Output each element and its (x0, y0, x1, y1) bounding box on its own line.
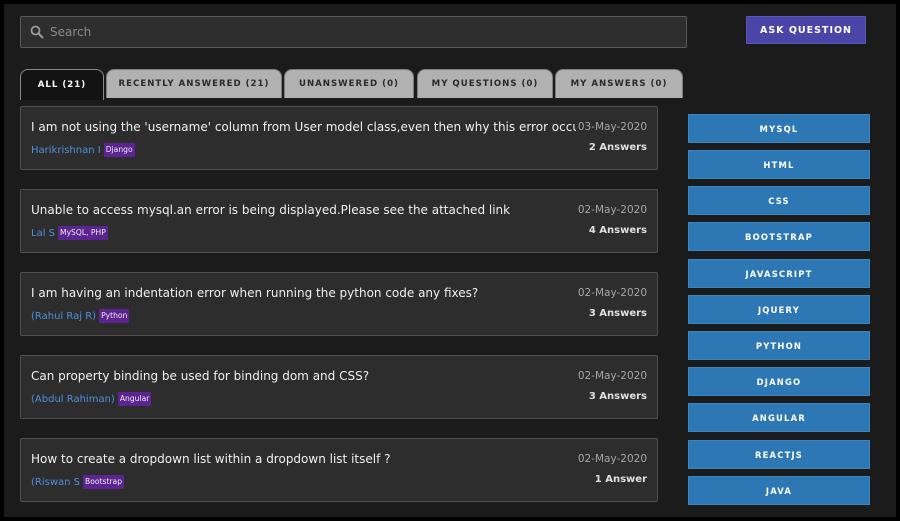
question-date: 03-May-2020 (577, 121, 647, 133)
question-author[interactable]: Harikrishnan I (31, 145, 101, 156)
tag-filter-mysql[interactable]: MYSQL (688, 114, 870, 143)
question-author[interactable]: (Riswan S (31, 477, 80, 488)
tag-filter-python[interactable]: PYTHON (688, 331, 870, 360)
tag-filter-javascript[interactable]: JAVASCRIPT (688, 259, 870, 288)
tag-filter-jquery[interactable]: JQUERY (688, 295, 870, 324)
tag-filter-angular[interactable]: ANGULAR (688, 403, 870, 432)
answer-count: 4 Answers (588, 225, 647, 236)
question-date: 02-May-2020 (577, 287, 647, 299)
question-date: 02-May-2020 (577, 204, 647, 216)
question-meta: (Abdul Rahiman) Angular (31, 392, 152, 406)
question-card[interactable]: I am having an indentation error when ru… (20, 272, 658, 336)
search-bar[interactable] (20, 16, 687, 48)
answer-count: 3 Answers (588, 391, 647, 402)
search-input[interactable] (49, 17, 670, 47)
question-card[interactable]: Can property binding be used for binding… (20, 355, 658, 419)
ask-question-button[interactable]: ASK QUESTION (746, 16, 866, 44)
question-author[interactable]: (Rahul Raj R) (31, 311, 96, 322)
question-title[interactable]: How to create a dropdown list within a d… (31, 452, 576, 466)
question-card[interactable]: I am not using the 'username' column fro… (20, 106, 658, 170)
tag-filter-css[interactable]: CSS (688, 186, 870, 215)
question-tag-badge[interactable]: Django (103, 143, 135, 157)
question-title[interactable]: I am not using the 'username' column fro… (31, 120, 576, 134)
tag-filter-django[interactable]: DJANGO (688, 367, 870, 396)
answer-count: 1 Answer (594, 474, 647, 485)
question-tag-badge[interactable]: Angular (117, 392, 152, 406)
question-title[interactable]: Can property binding be used for binding… (31, 369, 576, 383)
question-title[interactable]: Unable to access mysql.an error is being… (31, 203, 576, 217)
answer-count: 3 Answers (588, 308, 647, 319)
question-meta: Harikrishnan I Django (31, 143, 135, 157)
question-date: 02-May-2020 (577, 370, 647, 382)
question-tag-badge[interactable]: Bootstrap (83, 475, 125, 489)
question-meta: Lal S MySQL, PHP (31, 226, 108, 240)
tag-filter-reactjs[interactable]: REACTJS (688, 440, 870, 469)
search-icon (30, 25, 44, 39)
tag-filter-html[interactable]: HTML (688, 150, 870, 179)
question-meta: (Rahul Raj R) Python (31, 309, 130, 323)
question-author[interactable]: Lal S (31, 228, 55, 239)
question-tag-badge[interactable]: MySQL, PHP (58, 226, 108, 240)
tag-filter-bootstrap[interactable]: BOOTSTRAP (688, 222, 870, 251)
question-author[interactable]: (Abdul Rahiman) (31, 394, 115, 405)
question-tabs: ALL (21) RECENTLY ANSWERED (21) UNANSWER… (20, 69, 690, 100)
tab-my-questions[interactable]: MY QUESTIONS (0) (417, 69, 553, 98)
question-date: 02-May-2020 (577, 453, 647, 465)
tab-my-answers[interactable]: MY ANSWERS (0) (555, 69, 683, 98)
question-card[interactable]: How to create a dropdown list within a d… (20, 438, 658, 502)
tab-unanswered[interactable]: UNANSWERED (0) (284, 69, 414, 98)
question-title[interactable]: I am having an indentation error when ru… (31, 286, 576, 300)
question-tag-badge[interactable]: Python (99, 309, 130, 323)
forum-page: ASK QUESTION ALL (21) RECENTLY ANSWERED … (4, 4, 896, 517)
tag-filter-java[interactable]: JAVA (688, 476, 870, 505)
tab-all[interactable]: ALL (21) (20, 69, 104, 100)
tab-recently-answered[interactable]: RECENTLY ANSWERED (21) (106, 69, 282, 98)
question-meta: (Riswan S Bootstrap (31, 475, 125, 489)
answer-count: 2 Answers (588, 142, 647, 153)
question-card[interactable]: Unable to access mysql.an error is being… (20, 189, 658, 253)
